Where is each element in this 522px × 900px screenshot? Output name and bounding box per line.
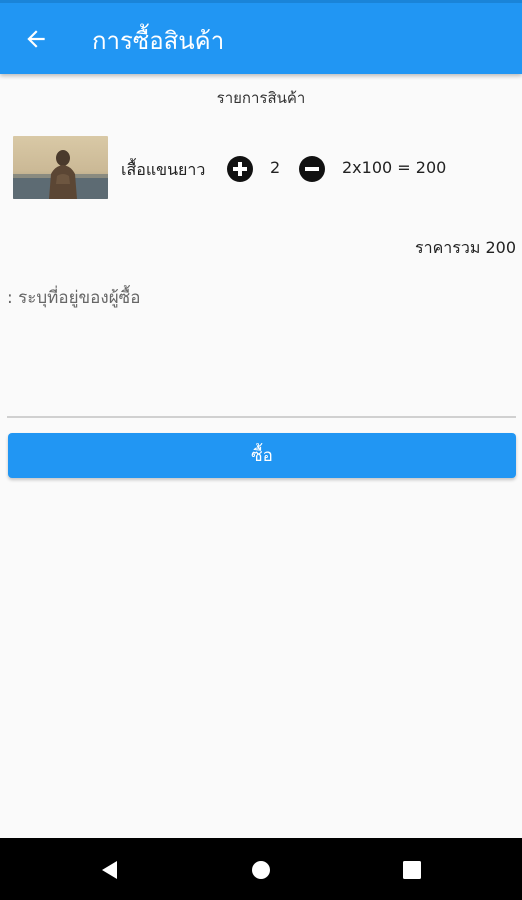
arrow-back-icon [27,30,45,48]
item-name: เสื้อแขนยาว [121,160,206,179]
item-quantity: 2 [270,158,281,177]
decrease-quantity-button[interactable] [299,156,325,182]
nav-home-button[interactable] [247,856,275,884]
back-button[interactable] [16,22,56,56]
increase-quantity-button[interactable] [227,156,253,182]
nav-back-button[interactable] [96,856,124,884]
item-line-total: 2x100 = 200 [342,158,447,177]
nav-recents-button[interactable] [398,856,426,884]
cart-section-label: รายการสินค้า [216,89,306,107]
product-thumbnail [13,136,108,199]
minus-icon [305,167,319,171]
nav-recents-square-icon [403,861,421,879]
system-navigation-bar [0,838,522,900]
address-input[interactable] [7,284,516,418]
nav-back-triangle-icon [102,861,117,879]
total-price: ราคารวม 200 [414,238,516,257]
app-bar: การซื้อสินค้า [0,0,522,74]
page-title: การซื้อสินค้า [92,27,225,55]
status-bar-strip [0,0,522,3]
cart-item-row: เสื้อแขนยาว 2 2x100 = 200 [0,136,522,200]
buy-button[interactable]: ซื้อ [8,433,516,478]
nav-home-circle-icon [252,861,270,879]
